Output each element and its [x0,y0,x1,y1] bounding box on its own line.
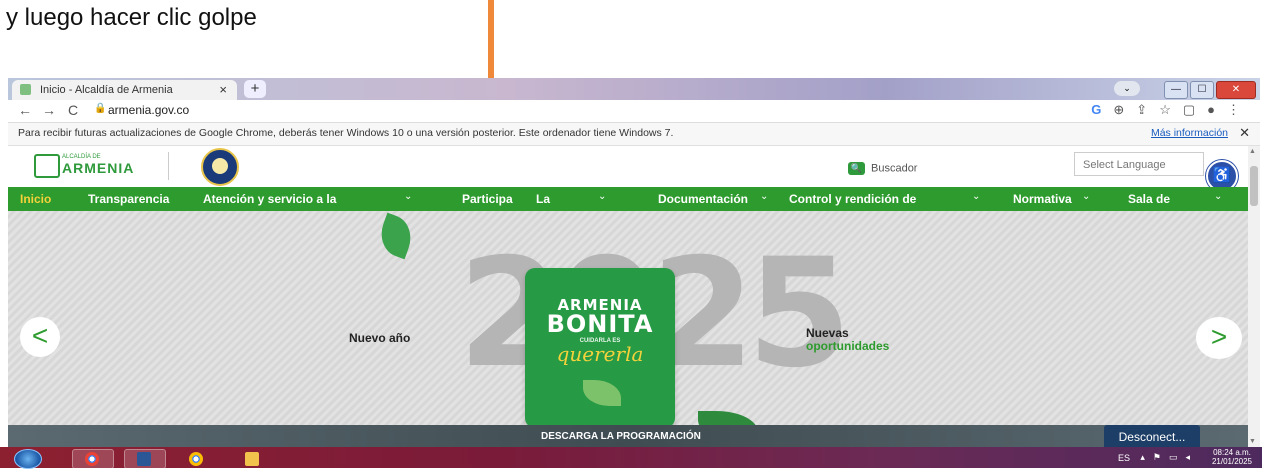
close-window-button[interactable]: ✕ [1216,81,1256,99]
nav-sala-prensa[interactable]: Sala de [1128,192,1170,206]
card-quererla: quererla [556,342,644,366]
nav-documentacion[interactable]: Documentación [658,192,748,206]
clock-date: 21/01/2025 [1211,457,1253,466]
clock-time: 08:24 a.m. [1213,448,1251,457]
scrollbar-thumb[interactable] [1250,166,1258,206]
alcaldia-logo[interactable]: ALCALDÍA DE ARMENIA [34,154,154,178]
update-infobar: Para recibir futuras actualizaciones de … [8,123,1260,146]
annotation-text: y luego hacer clic golpe [6,4,257,31]
nav-control-rendicion[interactable]: Control y rendición de [789,192,916,206]
taskbar-chrome-icon[interactable] [176,449,218,469]
scroll-down-icon[interactable]: ▼ [1249,438,1256,445]
leaf-icon [583,380,621,406]
chevron-down-icon[interactable]: ⌄ [760,191,768,202]
download-bar[interactable]: DESCARGA LA PROGRAMACIÓN [8,425,1248,449]
toolbar-icons: G⊕⇪☆▢●⋮ [1091,102,1252,118]
scroll-up-icon[interactable]: ▲ [1249,148,1256,155]
main-nav: Inicio Transparencia Atención y servicio… [8,187,1248,230]
nav-normativa[interactable]: Normativa [1013,192,1072,206]
nav-inicio[interactable]: Inicio [20,192,51,206]
side-panel-icon[interactable]: ▢ [1183,102,1207,117]
flag-icon[interactable]: ⚑ [1153,452,1169,462]
forward-arrow-icon[interactable]: → [42,102,56,118]
download-label: DESCARGA LA PROGRAMACIÓN [541,431,701,442]
minimize-button[interactable]: — [1164,81,1188,99]
language-select[interactable]: Select Language [1074,152,1204,176]
taskbar-clock[interactable]: 08:24 a.m. 21/01/2025 [1206,448,1258,466]
more-info-link[interactable]: Más información [1151,127,1228,139]
url-field[interactable]: armenia.gov.co [108,103,189,117]
search-label: Buscador [871,162,918,175]
taskbar-explorer-icon[interactable] [232,449,274,469]
chevron-down-icon[interactable]: ⌄ [598,191,606,202]
chevron-down-icon[interactable]: ⌄ [1082,191,1090,202]
infobar-message: Para recibir futuras actualizaciones de … [18,127,674,139]
profile-icon[interactable]: ● [1207,102,1227,117]
site-favicon-icon [20,84,31,95]
back-arrow-icon[interactable]: ← [18,102,32,118]
tab-search-chevron-icon[interactable]: ⌄ [1114,81,1140,96]
armenia-bonita-card: ARMENIA BONITA CUIDARLA ES quererla [525,268,675,428]
google-icon[interactable]: G [1091,102,1113,117]
chevron-down-icon[interactable]: ⌄ [1214,191,1222,202]
share-icon[interactable]: ⇪ [1136,102,1159,117]
hero-carousel: 2025 ARMENIA BONITA CUIDARLA ES quererla… [8,211,1248,436]
logo-big-text: ARMENIA [62,160,135,176]
infobar-close-icon[interactable]: ✕ [1239,125,1250,141]
search-icon: 🔍 [848,162,865,175]
nav-la-alcaldia[interactable]: La [536,192,550,206]
volume-icon[interactable]: ◂ [1185,452,1198,462]
browser-window: Inicio - Alcaldía de Armenia × + ⌄ — ☐ ✕ ←… [8,78,1260,468]
card-title-bonita: BONITA [546,310,654,338]
address-bar: ← → C 🔒 armenia.gov.co G⊕⇪☆▢●⋮ [8,100,1260,123]
chevron-down-icon[interactable]: ⌄ [404,191,412,202]
chevron-down-icon[interactable]: ⌄ [972,191,980,202]
search-link[interactable]: 🔍 Buscador [848,162,917,175]
start-button-icon[interactable] [14,449,42,469]
tray-expand-icon[interactable]: ▴ [1140,452,1153,462]
lock-icon[interactable]: 🔒 [94,103,106,114]
colombia-seal-icon [201,148,239,186]
menu-kebab-icon[interactable]: ⋮ [1227,102,1252,117]
zoom-icon[interactable]: ⊕ [1113,102,1136,117]
window-controls: — ☐ ✕ [1162,79,1256,99]
bookmark-star-icon[interactable]: ☆ [1159,102,1183,117]
header-divider [168,152,169,180]
input-language[interactable]: ES [1118,453,1130,463]
tray-icons: ▴⚑▭◂ [1140,452,1198,463]
disconnect-button[interactable]: Desconect... [1104,425,1200,449]
carousel-next-arrow-icon[interactable]: > [1196,317,1242,359]
reload-icon[interactable]: C [68,102,78,118]
browser-tab[interactable]: Inicio - Alcaldía de Armenia × [12,80,237,100]
caption-nuevas-oportunidades: Nuevas oportunidades [806,327,889,353]
nav-transparencia[interactable]: Transparencia [88,192,169,206]
site-header: ALCALDÍA DE ARMENIA 🔍 Buscador Select Lan… [8,146,1248,192]
carousel-prev-arrow-icon[interactable]: < [20,317,60,357]
leaf-icon [374,212,418,260]
taskbar-chrome-icon[interactable] [72,449,114,469]
nav-atencion[interactable]: Atención y servicio a la [203,192,336,206]
nav-participa[interactable]: Participa [462,192,513,206]
tab-close-icon[interactable]: × [219,82,227,97]
maximize-button[interactable]: ☐ [1190,81,1214,99]
network-icon[interactable]: ▭ [1169,452,1186,462]
taskbar-word-icon[interactable] [124,449,166,469]
caption-oportunidades: oportunidades [806,339,890,353]
caption-nuevo-ano: Nuevo año [349,331,411,345]
new-tab-button[interactable]: + [244,80,266,98]
tab-title: Inicio - Alcaldía de Armenia [40,84,173,96]
logo-badge-icon [34,154,60,178]
